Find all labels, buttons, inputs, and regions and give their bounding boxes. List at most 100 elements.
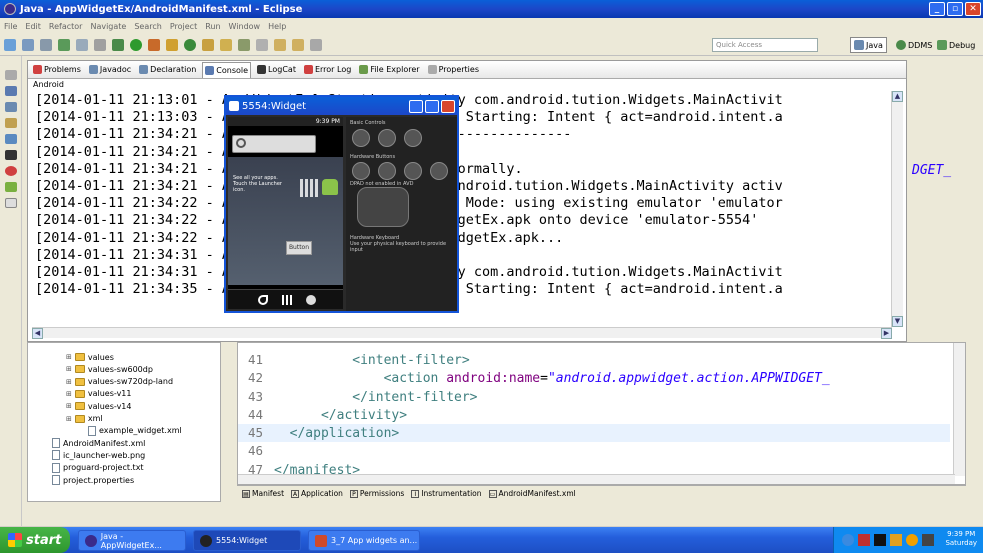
perspective-java[interactable]: Java xyxy=(850,37,887,53)
power-icon[interactable] xyxy=(404,129,422,147)
taskbar-item-document[interactable]: 3_7 App widgets an... xyxy=(308,530,420,551)
expand-icon[interactable]: ⊞ xyxy=(66,378,72,386)
search-icon[interactable] xyxy=(430,162,448,180)
android-icon[interactable] xyxy=(5,182,17,192)
emulator-close-button[interactable] xyxy=(441,99,455,113)
outline-icon[interactable] xyxy=(5,102,17,112)
tab-logcat[interactable]: LogCat xyxy=(255,62,298,78)
debug-icon[interactable] xyxy=(112,38,124,51)
emulator-maximize-button[interactable] xyxy=(425,99,439,113)
open-type-icon[interactable] xyxy=(202,38,214,51)
tree-item[interactable]: ⊞ xml xyxy=(66,413,103,425)
properties-icon[interactable] xyxy=(5,198,17,208)
editor-vertical-scrollbar[interactable] xyxy=(953,343,965,476)
annotation-icon[interactable] xyxy=(238,38,250,51)
expand-icon[interactable]: ⊞ xyxy=(66,415,72,423)
tree-item[interactable]: ⊞ values-sw600dp xyxy=(66,363,153,375)
tab-problems[interactable]: Problems xyxy=(31,62,83,78)
editor-tab-androidmanifestxml[interactable]: ▭ AndroidManifest.xml xyxy=(487,488,578,499)
editor-tab-application[interactable]: A Application xyxy=(289,488,345,499)
menu-item-refactor[interactable]: Refactor xyxy=(49,22,83,31)
menu-item-search[interactable]: Search xyxy=(134,22,161,31)
phone-search-widget[interactable] xyxy=(232,135,316,153)
browser-icon[interactable] xyxy=(306,295,316,305)
emulator-window[interactable]: 5554:Widget 9:39 PM See all your apps. T… xyxy=(224,95,459,313)
tree-item[interactable]: ⊞ values-v14 xyxy=(66,400,131,412)
tab-declaration[interactable]: Declaration xyxy=(137,62,198,78)
home-icon[interactable] xyxy=(352,162,370,180)
maximize-button[interactable]: ▫ xyxy=(947,2,963,16)
dpad[interactable] xyxy=(357,187,409,227)
back-icon[interactable] xyxy=(274,38,286,51)
expand-icon[interactable]: ⊞ xyxy=(66,402,72,410)
menu-item-project[interactable]: Project xyxy=(170,22,197,31)
menu-item-edit[interactable]: Edit xyxy=(25,22,41,31)
save-icon[interactable] xyxy=(22,38,34,51)
editor-horizontal-scrollbar[interactable] xyxy=(238,474,955,484)
restore-icon[interactable] xyxy=(5,70,17,80)
tab-error-log[interactable]: Error Log xyxy=(302,62,353,78)
close-button[interactable]: ✕ xyxy=(965,2,981,16)
scroll-left-icon[interactable]: ◀ xyxy=(32,328,43,339)
emulator-minimize-button[interactable] xyxy=(409,99,423,113)
print-icon[interactable] xyxy=(40,38,52,51)
quick-access-input[interactable]: Quick Access xyxy=(712,38,818,52)
next-annotation-icon[interactable] xyxy=(256,38,268,51)
menu-item-run[interactable]: Run xyxy=(205,22,220,31)
package-explorer-icon[interactable] xyxy=(5,86,17,96)
scroll-down-icon[interactable]: ▼ xyxy=(892,316,903,327)
volume-down-icon[interactable] xyxy=(352,129,370,147)
star-icon[interactable] xyxy=(922,534,934,546)
android-sdk-icon[interactable] xyxy=(58,38,70,51)
console-icon[interactable] xyxy=(5,134,17,144)
phone-screen[interactable]: 9:39 PM See all your apps. Touch the Lau… xyxy=(228,117,343,309)
menu-item-help[interactable]: Help xyxy=(268,22,286,31)
search-icon[interactable] xyxy=(220,38,232,51)
task-list-icon[interactable] xyxy=(5,118,17,128)
tree-item[interactable]: proguard-project.txt xyxy=(52,462,144,474)
editor-tab-permissions[interactable]: P Permissions xyxy=(348,488,406,499)
taskbar-item-emulator[interactable]: 5554:Widget xyxy=(193,530,301,551)
scroll-right-icon[interactable]: ▶ xyxy=(881,328,892,339)
tree-item[interactable]: example_widget.xml xyxy=(88,425,182,437)
console-horizontal-scrollbar[interactable]: ◀ ▶ xyxy=(32,327,892,339)
security-icon[interactable] xyxy=(858,534,870,546)
minimize-button[interactable]: _ xyxy=(929,2,945,16)
tree-item[interactable]: ⊞ values xyxy=(66,351,114,363)
tree-item[interactable]: ⊞ values-v11 xyxy=(66,388,131,400)
menu-item-window[interactable]: Window xyxy=(229,22,261,31)
tree-item[interactable]: ⊞ values-sw720dp-land xyxy=(66,376,173,388)
clock[interactable]: 9:39 PM Saturday xyxy=(945,530,977,548)
tree-item[interactable]: ic_launcher-web.png xyxy=(52,449,145,461)
expand-icon[interactable]: ⊞ xyxy=(66,353,72,361)
perspective-ddms[interactable]: DDMS xyxy=(893,37,935,53)
tab-console[interactable]: Console xyxy=(202,61,252,78)
taskbar-item-eclipse[interactable]: Java - AppWidgetEx... xyxy=(78,530,186,551)
update-icon[interactable] xyxy=(890,534,902,546)
tree-item[interactable]: AndroidManifest.xml xyxy=(52,437,145,449)
back-icon[interactable] xyxy=(404,162,422,180)
speaker-icon[interactable] xyxy=(906,534,918,546)
expand-icon[interactable]: ⊞ xyxy=(66,390,72,398)
app-tray-icon[interactable] xyxy=(874,534,886,546)
new-class-icon[interactable] xyxy=(184,38,196,51)
menu-item-file[interactable]: File xyxy=(4,22,17,31)
apps-icon[interactable] xyxy=(282,295,292,305)
forward-icon[interactable] xyxy=(292,38,304,51)
code-area[interactable]: 41 <intent-filter> 42 <action android:nam… xyxy=(238,351,950,479)
menu-item-navigate[interactable]: Navigate xyxy=(90,22,126,31)
widget-button[interactable]: Button xyxy=(286,241,312,255)
avd-manager-icon[interactable] xyxy=(76,38,88,51)
expand-icon[interactable]: ⊞ xyxy=(66,365,72,373)
logcat-icon[interactable] xyxy=(5,150,17,160)
tab-properties[interactable]: Properties xyxy=(426,62,481,78)
lint-icon[interactable] xyxy=(94,38,106,51)
xml-editor[interactable]: 41 <intent-filter> 42 <action android:nam… xyxy=(237,342,966,485)
error-log-icon[interactable] xyxy=(5,166,17,176)
tab-file-explorer[interactable]: File Explorer xyxy=(357,62,421,78)
android-icon[interactable] xyxy=(322,179,338,195)
perspective-debug[interactable]: Debug xyxy=(934,37,978,53)
editor-tab-instrumentation[interactable]: I Instrumentation xyxy=(409,488,483,499)
network-icon[interactable] xyxy=(842,534,854,546)
console-vertical-scrollbar[interactable]: ▲ ▼ xyxy=(891,91,903,327)
